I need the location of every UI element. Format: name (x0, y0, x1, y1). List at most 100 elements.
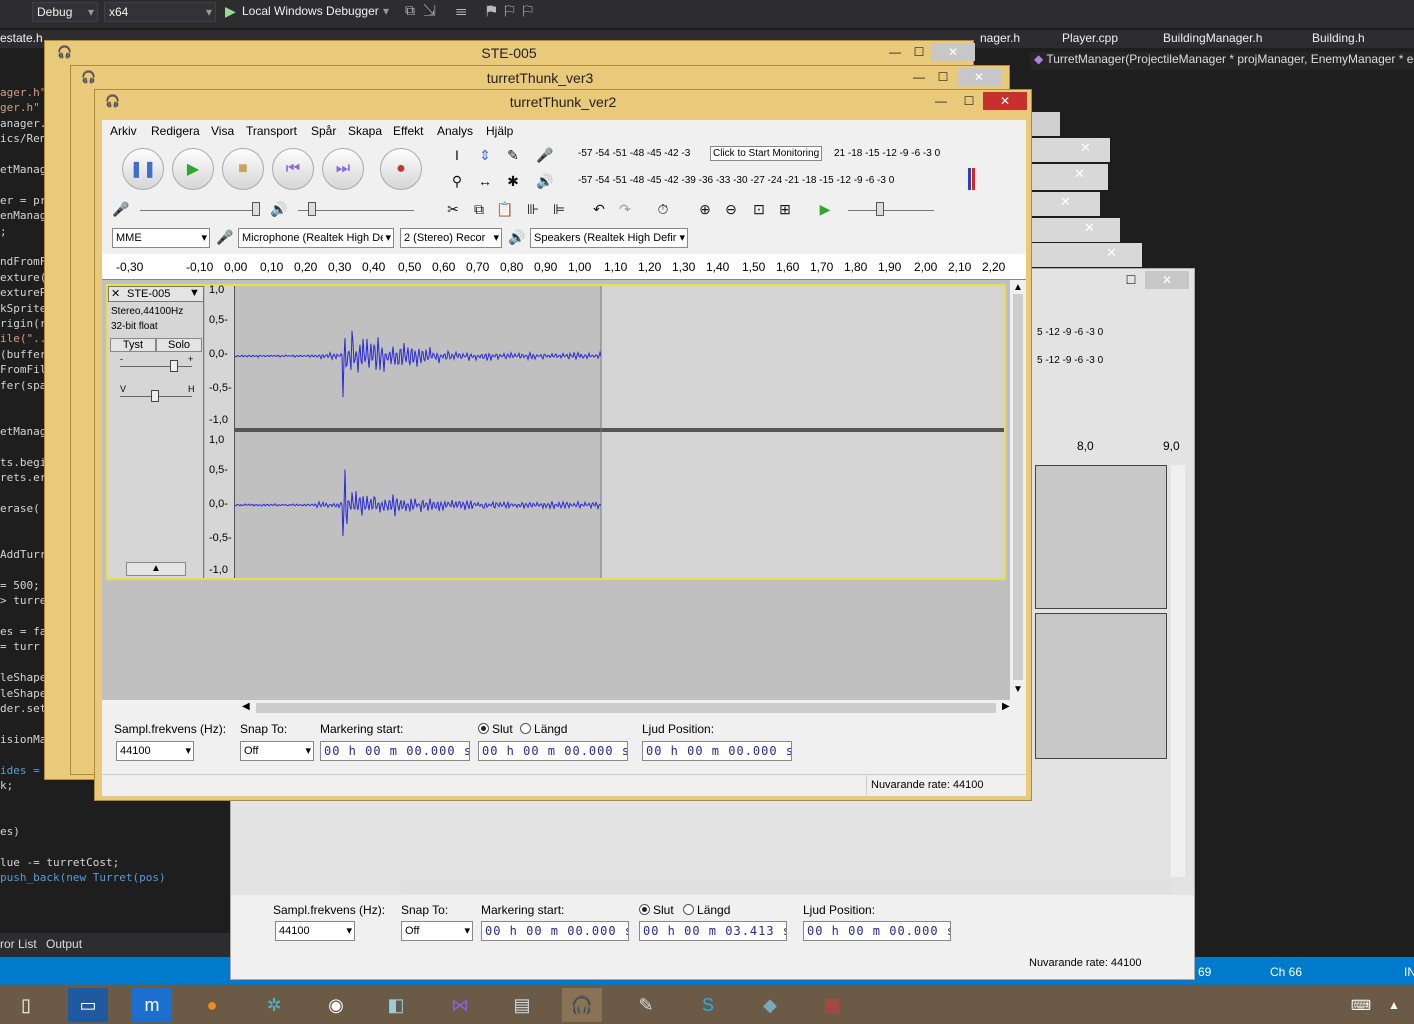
code-line[interactable]: der.set (0, 702, 46, 716)
zoom-in-icon[interactable]: ⊕ (694, 198, 716, 220)
rate-select[interactable]: 44100 (116, 741, 194, 761)
position-time[interactable]: 00 h 00 m 00.000 s (803, 921, 951, 941)
close-button[interactable]: ✕ (983, 92, 1027, 110)
multi-tool-icon[interactable]: ✱ (502, 170, 524, 192)
speaker-select[interactable]: Speakers (Realtek High Defir (530, 228, 688, 248)
debugger-button[interactable]: Local Windows Debugger (242, 4, 379, 18)
menu-arkiv[interactable]: Arkiv (110, 124, 137, 138)
code-line[interactable]: kSprite (0, 302, 46, 316)
close-button[interactable]: ✕ (1145, 271, 1189, 289)
scrollbar-vertical[interactable]: ▲ ▼ (1010, 280, 1026, 700)
undo-icon[interactable]: ↶ (588, 198, 610, 220)
code-line[interactable]: rigin(r (0, 317, 46, 331)
code-line[interactable]: es = fa (0, 625, 46, 639)
fit-project-icon[interactable]: ⊞ (774, 198, 796, 220)
sync-lock-icon[interactable]: ⏱ (652, 198, 674, 220)
stop-button[interactable]: ■ (222, 148, 264, 190)
code-line[interactable]: ager.h" (0, 86, 46, 100)
play-button[interactable]: ▶ (172, 148, 214, 190)
maximize-button[interactable]: ☐ (909, 43, 929, 61)
skype-icon[interactable]: S (688, 988, 728, 1022)
notes-icon[interactable]: ◧ (376, 988, 416, 1022)
tab-output[interactable]: Output (46, 937, 82, 951)
code-line[interactable]: = turr (0, 640, 40, 654)
firefox-icon[interactable]: ● (192, 988, 232, 1022)
track-name-bar[interactable]: ✕ STE-005 ▼ (108, 286, 204, 302)
close-icon[interactable]: ✕ (1084, 220, 1095, 236)
scroll-right-icon[interactable]: ▶ (1002, 701, 1010, 712)
maximize-button[interactable]: ☐ (959, 92, 979, 110)
host-select[interactable]: MME (112, 228, 210, 248)
menu-skapa[interactable]: Skapa (348, 124, 382, 138)
rate-select[interactable]: 44100 (275, 921, 355, 941)
code-line[interactable]: k; (0, 779, 13, 793)
menu-redigera[interactable]: Redigera (151, 124, 200, 138)
back-meter-record[interactable]: 5 -12 -9 -6 -3 0 (1037, 327, 1103, 338)
code-line[interactable]: exture( (0, 271, 46, 285)
microphone-icon[interactable]: 🎤 (534, 144, 556, 166)
back-track-area[interactable] (1035, 465, 1167, 609)
end-time[interactable]: 00 h 00 m 03.413 s (639, 921, 787, 941)
play-icon[interactable]: ▶ (225, 3, 236, 20)
track-name[interactable]: STE-005 (127, 288, 170, 300)
code-line[interactable]: leShape (0, 671, 46, 685)
audacity-icon[interactable]: 🎧 (562, 988, 602, 1022)
code-line[interactable]: FromFil (0, 363, 46, 377)
code-line[interactable]: lue -= turretCost; (0, 856, 119, 870)
zoom-tool-icon[interactable]: ⚲ (446, 170, 468, 192)
length-radio[interactable] (520, 723, 532, 734)
platform-dropdown[interactable]: x64 (104, 2, 216, 22)
winrar-icon[interactable]: ▦ (812, 988, 852, 1022)
maxthon-icon[interactable]: m (132, 988, 172, 1022)
tab-building[interactable]: Building.h (1312, 31, 1365, 45)
scroll-thumb[interactable] (256, 703, 996, 713)
play-at-speed-icon[interactable]: ▶ (814, 198, 836, 220)
scrollbar-vertical[interactable] (1171, 465, 1185, 877)
close-icon[interactable]: ✕ (1080, 140, 1091, 156)
code-line[interactable]: AddTurr (0, 548, 46, 562)
close-button[interactable]: ✕ (931, 43, 975, 61)
draw-tool-icon[interactable]: ✎ (502, 144, 524, 166)
zoom-out-icon[interactable]: ⊖ (720, 198, 742, 220)
back-meter-play[interactable]: 5 -12 -9 -6 -3 0 (1037, 355, 1103, 366)
chevron-down-icon[interactable]: ▾ (383, 4, 389, 18)
scroll-up-icon[interactable]: ▲ (1013, 282, 1023, 293)
close-icon[interactable]: ✕ (111, 287, 120, 300)
code-line[interactable]: ics/Ren (0, 132, 46, 146)
chart-app-icon[interactable]: ▤ (502, 988, 542, 1022)
pan-thumb[interactable] (151, 390, 159, 402)
redo-icon[interactable]: ↷ (614, 198, 636, 220)
code-line[interactable]: push_back(new Turret(pos) (0, 871, 166, 885)
paste-icon[interactable]: 📋 (494, 198, 516, 220)
menu-spar[interactable]: Spår (311, 124, 336, 138)
position-time[interactable]: 00 h 00 m 00.000 s (642, 741, 792, 761)
gain-slider[interactable] (120, 366, 192, 367)
visual-studio-icon[interactable]: ⋈ (440, 988, 480, 1022)
record-meter-scale[interactable]: -57 -54 -51 -48 -45 -42 -3 (578, 148, 690, 159)
record-button[interactable]: ● (380, 148, 422, 190)
code-line[interactable]: ger.h" (0, 101, 40, 115)
trim-icon[interactable]: ⊪ (522, 198, 544, 220)
code-line[interactable]: = 500; (0, 579, 40, 593)
solo-button[interactable]: Solo (156, 338, 202, 352)
scrollbar-horizontal[interactable] (401, 879, 1171, 893)
waveform-area[interactable] (235, 286, 1004, 578)
lenovo-icon[interactable]: ▭ (68, 988, 108, 1022)
tab-estate[interactable]: estate.h (0, 31, 43, 45)
start-time[interactable]: 00 h 00 m 00.000 s (481, 921, 629, 941)
window-turretthunk-ver2[interactable]: turretThunk_ver2 🎧 — ☐ ✕ Arkiv Redigera … (94, 89, 1032, 801)
settings-icon[interactable]: ✲ (254, 988, 294, 1022)
paint-icon[interactable]: ✎ (626, 988, 666, 1022)
mic-volume-thumb[interactable] (252, 202, 260, 216)
code-line[interactable]: etManag (0, 425, 46, 439)
gain-thumb[interactable] (170, 360, 178, 372)
code-line[interactable]: ; (0, 225, 7, 239)
monitoring-tooltip[interactable]: Click to Start Monitoring (710, 146, 823, 161)
channels-select[interactable]: 2 (Stereo) Recor (400, 228, 502, 248)
speaker-volume-thumb[interactable] (308, 202, 316, 216)
close-icon[interactable]: ✕ (1074, 166, 1085, 182)
start-time[interactable]: 00 h 00 m 00.000 s (320, 741, 470, 761)
fit-selection-icon[interactable]: ⊡ (748, 198, 770, 220)
scrollbar-horizontal[interactable]: ◀ ▶ (102, 700, 1026, 716)
code-line[interactable]: es) (0, 825, 20, 839)
